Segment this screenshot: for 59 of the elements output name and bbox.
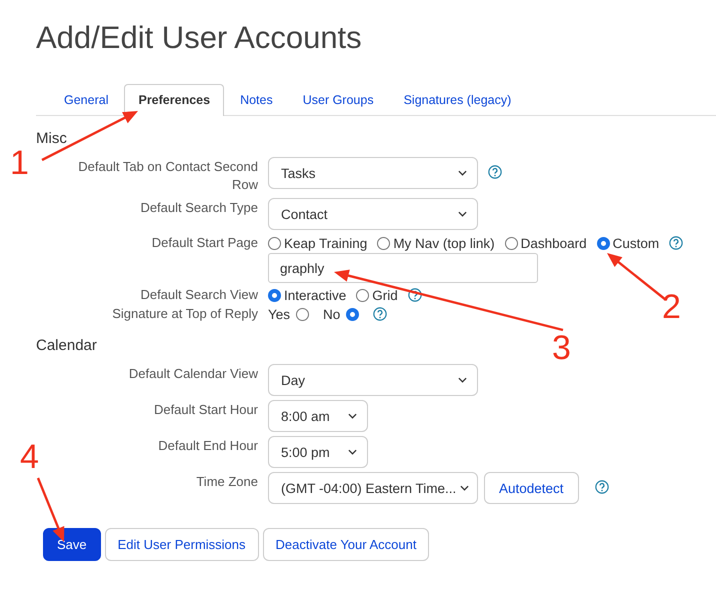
radio-button[interactable] [596, 236, 610, 250]
radio-label: Dashboard [520, 236, 587, 250]
radio-button[interactable] [504, 236, 518, 250]
tab[interactable]: User Groups [288, 85, 388, 115]
annotation-number: 4 [20, 440, 39, 474]
tab[interactable]: Signatures (legacy) [390, 85, 526, 115]
radio-button[interactable] [268, 288, 281, 302]
annotation-number: 1 [10, 146, 29, 180]
page-title: Add/Edit User Accounts [35, 19, 363, 57]
select-field[interactable]: Contact [268, 198, 478, 230]
radio-label: Custom [612, 236, 660, 250]
action-button[interactable]: Edit User Permissions [104, 528, 259, 561]
field-label: Default Search Type [140, 199, 258, 217]
field-label: Default Search View [140, 286, 258, 304]
annotation-number: 2 [662, 290, 681, 324]
field-label: Default Start Hour [154, 401, 258, 419]
field-label: Default Calendar View [128, 365, 258, 383]
radio-button[interactable] [377, 236, 390, 250]
radio-button[interactable] [296, 308, 310, 320]
field-label: Default Start Page [152, 234, 258, 252]
chevron-icon [458, 377, 467, 383]
annotation-number: 3 [552, 331, 571, 365]
chevron-icon [348, 413, 357, 419]
help-icon[interactable] [373, 307, 388, 321]
autodetect-button[interactable]: Autodetect [484, 472, 579, 504]
field-label: Default End Hour [158, 437, 258, 455]
radio-label: Grid [372, 288, 398, 302]
select-field[interactable]: 5:00 pm [268, 436, 368, 468]
chevron-icon [460, 485, 470, 491]
action-button[interactable]: Deactivate Your Account [262, 528, 430, 561]
help-icon[interactable] [488, 165, 502, 179]
radio-label: Interactive [284, 288, 346, 302]
radio-label: Keap Training [284, 236, 368, 250]
radio-button[interactable] [268, 236, 281, 250]
radio-button[interactable] [356, 288, 370, 302]
radio-label: No [323, 306, 340, 322]
help-icon[interactable] [408, 288, 422, 302]
tab[interactable]: General [50, 85, 122, 115]
radio-label: My Nav (top link) [393, 236, 495, 250]
tab[interactable]: Notes [226, 85, 287, 115]
tab[interactable]: Preferences [124, 84, 224, 116]
select-field[interactable]: (GMT -04:00) Eastern Time... [268, 472, 478, 504]
select-field[interactable]: Tasks [268, 157, 478, 189]
field-label: Time Zone [196, 473, 258, 491]
chevron-icon [348, 449, 357, 455]
input-field[interactable]: graphly [268, 253, 538, 283]
section-heading: Calendar [36, 337, 97, 354]
chevron-icon [458, 170, 467, 176]
help-icon[interactable] [669, 236, 684, 250]
chevron-icon [458, 211, 467, 217]
radio-button[interactable] [346, 308, 360, 320]
help-icon[interactable] [594, 480, 609, 494]
select-field[interactable]: Day [268, 364, 478, 396]
field-label: Signature at Top of Reply [112, 305, 258, 323]
radio-label: Yes [268, 306, 290, 322]
field-label: Default Tab on Contact Second Row [77, 158, 258, 194]
section-heading: Misc [36, 130, 67, 147]
action-button[interactable]: Save [43, 528, 101, 561]
select-field[interactable]: 8:00 am [268, 400, 368, 432]
